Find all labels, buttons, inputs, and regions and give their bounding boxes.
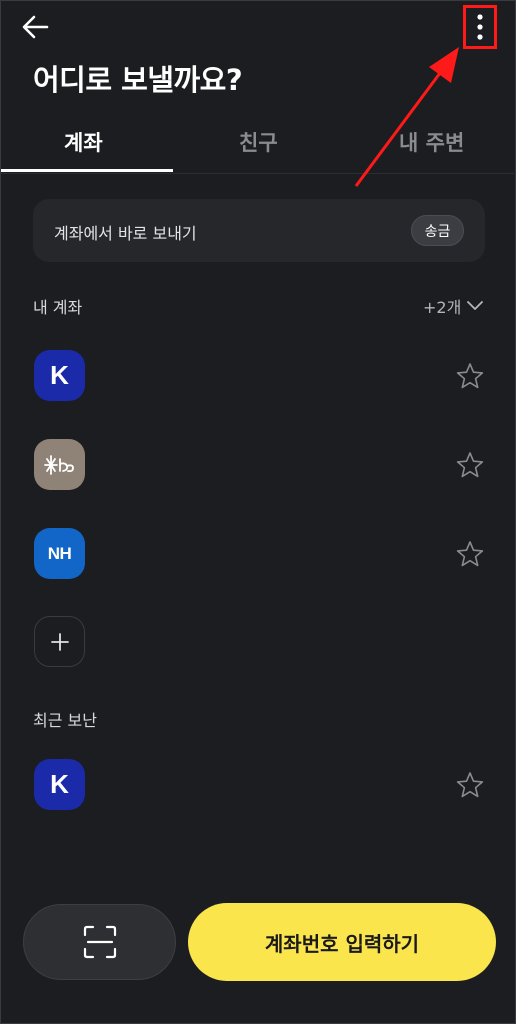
- more-vertical-icon: [477, 14, 483, 40]
- more-options-button[interactable]: [463, 5, 497, 49]
- recent-heading: 최근 보난: [33, 711, 97, 730]
- quick-send-card[interactable]: 계좌에서 바로 보내기 송금: [33, 199, 485, 262]
- scan-button[interactable]: [23, 904, 176, 980]
- my-accounts-heading: 내 계좌: [33, 298, 83, 317]
- bank-logo-kb[interactable]: [34, 439, 85, 490]
- back-button[interactable]: [19, 11, 59, 47]
- tab-account[interactable]: 계좌: [64, 127, 103, 157]
- star-icon[interactable]: [456, 451, 484, 479]
- enter-account-number-button[interactable]: 계좌번호 입력하기: [188, 903, 496, 981]
- more-count-label: +2개: [423, 298, 462, 317]
- plus-icon: [50, 632, 69, 651]
- page-title: 어디로 보낼까요?: [33, 63, 243, 97]
- chevron-down-icon: [467, 301, 484, 310]
- expand-accounts-button[interactable]: +2개: [423, 294, 484, 318]
- send-button[interactable]: 송금: [411, 215, 464, 246]
- kb-star-logo: [43, 454, 74, 475]
- scan-frame-icon: [83, 925, 116, 959]
- add-account-button[interactable]: [34, 616, 85, 667]
- tab-nearby[interactable]: 내 주변: [399, 127, 464, 157]
- tab-bar: 계좌 친구 내 주변: [1, 119, 516, 174]
- star-icon[interactable]: [456, 362, 484, 390]
- recent-bank-logo-k[interactable]: K: [34, 759, 85, 810]
- tab-friends[interactable]: 친구: [239, 127, 278, 157]
- quick-send-label: 계좌에서 바로 보내기: [54, 224, 197, 243]
- star-icon[interactable]: [456, 771, 484, 799]
- arrow-left-icon: [22, 15, 49, 39]
- active-tab-indicator: [1, 169, 173, 172]
- bank-logo-nh[interactable]: NH: [34, 528, 85, 579]
- star-icon[interactable]: [456, 540, 484, 568]
- bank-logo-k[interactable]: K: [34, 350, 85, 401]
